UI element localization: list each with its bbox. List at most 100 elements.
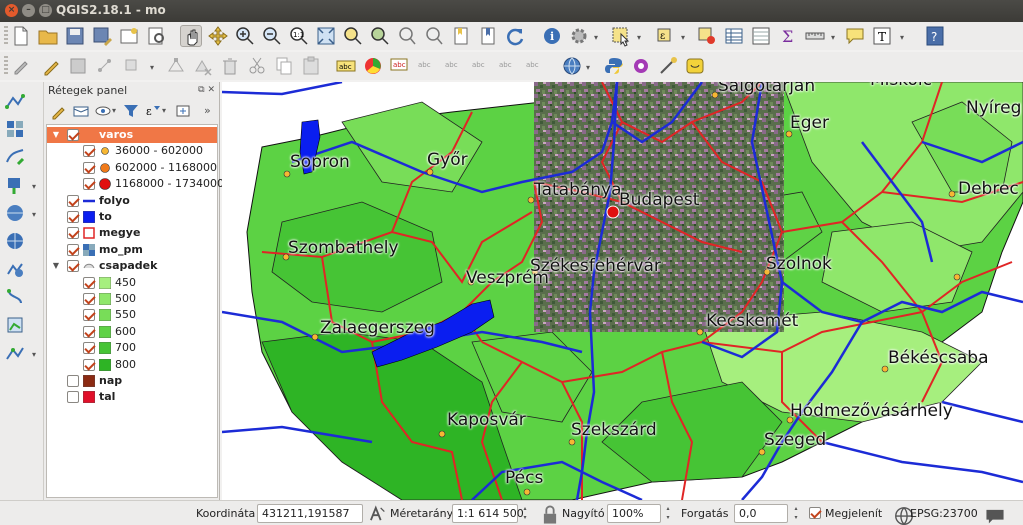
processing-toolbox-icon[interactable] xyxy=(630,55,652,77)
text-annotation-icon[interactable]: T xyxy=(871,25,893,47)
add-virtual-layer-icon[interactable] xyxy=(4,314,26,336)
layer-visibility-checkbox[interactable] xyxy=(67,129,79,141)
layer-item[interactable]: megye xyxy=(47,225,217,241)
layer-visibility-checkbox[interactable] xyxy=(83,276,95,289)
toggle-extents-icon[interactable] xyxy=(366,503,385,521)
open-project-icon[interactable] xyxy=(37,25,59,47)
crs-globe-icon[interactable] xyxy=(893,505,913,525)
layer-visibility-checkbox[interactable] xyxy=(67,243,79,256)
rotate-label-icon[interactable]: abc xyxy=(497,55,519,77)
chevron-down-icon[interactable]: ▾ xyxy=(594,33,598,42)
zoom-full-icon[interactable] xyxy=(315,25,337,47)
scale-field[interactable]: 1:1 614 500 xyxy=(452,504,524,523)
trash-icon[interactable] xyxy=(219,55,241,77)
scale-dropdown-icon[interactable]: ▴ ▾ xyxy=(520,504,530,523)
help-icon[interactable]: ? xyxy=(924,25,946,47)
add-vector-layer-icon[interactable] xyxy=(4,90,26,112)
chevron-down-icon[interactable]: ▾ xyxy=(112,106,116,115)
current-edits-icon[interactable] xyxy=(10,55,32,77)
new-bookmark-icon[interactable] xyxy=(450,25,472,47)
cut-features-icon[interactable] xyxy=(246,55,268,77)
zoom-actual-size-icon[interactable]: 1:1 xyxy=(288,25,310,47)
layer-item[interactable]: tal xyxy=(47,389,217,405)
layer-visibility-checkbox[interactable] xyxy=(67,375,79,387)
layer-visibility-checkbox[interactable] xyxy=(83,309,95,322)
add-wcs-layer-icon[interactable] xyxy=(4,230,26,252)
filter-legend-icon[interactable] xyxy=(122,102,140,120)
pan-map-icon[interactable] xyxy=(180,25,202,47)
chevron-down-icon[interactable]: ▾ xyxy=(32,350,36,359)
zoom-next-icon[interactable] xyxy=(423,25,445,47)
save-as-icon[interactable] xyxy=(91,25,113,47)
expand-all-icon[interactable] xyxy=(174,102,192,120)
add-delimited-text-icon[interactable] xyxy=(4,286,26,308)
chevron-down-icon[interactable]: ▾ xyxy=(32,182,36,191)
layer-visibility-checkbox[interactable] xyxy=(83,161,95,174)
layer-item[interactable]: mo_pm xyxy=(47,242,217,258)
show-hide-labels-icon[interactable]: abc xyxy=(443,55,465,77)
rotation-field[interactable]: 0,0 xyxy=(734,504,788,523)
layer-visibility-checkbox[interactable] xyxy=(83,178,95,191)
legend-item[interactable]: 800 xyxy=(47,357,217,373)
panel-float-close-buttons[interactable]: ⧉ ✕ xyxy=(198,85,215,95)
legend-item[interactable]: 450 xyxy=(47,275,217,291)
change-label-icon[interactable]: abc xyxy=(524,55,546,77)
move-label-icon[interactable]: abc xyxy=(470,55,492,77)
layer-visibility-checkbox[interactable] xyxy=(83,342,95,355)
new-shapefile-layer-icon[interactable] xyxy=(4,342,26,364)
legend-item[interactable]: 550 xyxy=(47,307,217,323)
layer-item[interactable]: ▼ varos xyxy=(47,127,217,143)
expand-arrow-icon[interactable]: ▼ xyxy=(51,127,61,143)
layer-visibility-checkbox[interactable] xyxy=(67,227,79,240)
chevron-down-icon[interactable]: ▾ xyxy=(586,63,590,72)
legend-item[interactable]: 602000 - 1168000 xyxy=(47,160,217,176)
add-postgis-layer-icon[interactable] xyxy=(4,174,26,196)
toolbar-grip[interactable] xyxy=(4,26,8,46)
window-minimize-button[interactable]: – xyxy=(22,4,35,17)
select-by-expression-icon[interactable]: ε xyxy=(654,25,676,47)
toggle-editing-icon[interactable] xyxy=(40,55,62,77)
label-settings-icon[interactable]: abc xyxy=(389,55,411,77)
save-layer-edits-icon[interactable] xyxy=(67,55,89,77)
globe-icon[interactable] xyxy=(561,55,583,77)
rotation-spinner-icon[interactable]: ▴ ▾ xyxy=(791,504,801,523)
zoom-to-selection-icon[interactable] xyxy=(342,25,364,47)
add-wfs-layer-icon[interactable] xyxy=(4,258,26,280)
layer-visibility-checkbox[interactable] xyxy=(83,358,95,371)
map-tips-icon[interactable] xyxy=(844,25,866,47)
layer-item[interactable]: to xyxy=(47,209,217,225)
manage-visibility-icon[interactable] xyxy=(94,102,112,120)
overflow-chevron-icon[interactable]: » xyxy=(204,104,211,117)
show-bookmarks-icon[interactable] xyxy=(477,25,499,47)
chevron-down-icon[interactable]: ▾ xyxy=(831,33,835,42)
zoom-out-icon[interactable] xyxy=(261,25,283,47)
chevron-down-icon[interactable]: ▾ xyxy=(150,63,154,72)
layer-visibility-checkbox[interactable] xyxy=(67,194,79,207)
field-calculator-icon[interactable] xyxy=(750,25,772,47)
layer-visibility-checkbox[interactable] xyxy=(83,293,95,305)
crs-status[interactable]: EPSG:23700 xyxy=(910,507,978,520)
python-console-icon[interactable] xyxy=(603,55,625,77)
layer-labeling-icon[interactable]: abc xyxy=(335,55,357,77)
chevron-down-icon[interactable]: ▾ xyxy=(162,106,166,115)
node-tool-icon[interactable] xyxy=(165,55,187,77)
add-group-icon[interactable] xyxy=(72,102,90,120)
statistical-summary-icon[interactable]: Σ xyxy=(777,25,799,47)
new-project-icon[interactable] xyxy=(10,25,32,47)
save-project-icon[interactable] xyxy=(64,25,86,47)
zoom-in-icon[interactable] xyxy=(234,25,256,47)
paste-features-icon[interactable] xyxy=(300,55,322,77)
chevron-down-icon[interactable]: ▾ xyxy=(681,33,685,42)
pin-labels-icon[interactable]: abc xyxy=(416,55,438,77)
chevron-down-icon[interactable]: ▾ xyxy=(637,33,641,42)
add-feature-icon[interactable] xyxy=(94,55,116,77)
identify-icon[interactable]: i xyxy=(541,25,563,47)
graphical-modeler-icon[interactable] xyxy=(657,55,679,77)
attribute-table-icon[interactable] xyxy=(723,25,745,47)
refresh-icon[interactable] xyxy=(504,25,526,47)
legend-item[interactable]: 700 xyxy=(47,340,217,356)
expand-arrow-icon[interactable]: ▼ xyxy=(51,258,61,274)
pan-to-selection-icon[interactable] xyxy=(207,25,229,47)
render-checkbox[interactable] xyxy=(809,507,821,519)
select-features-icon[interactable] xyxy=(610,25,632,47)
